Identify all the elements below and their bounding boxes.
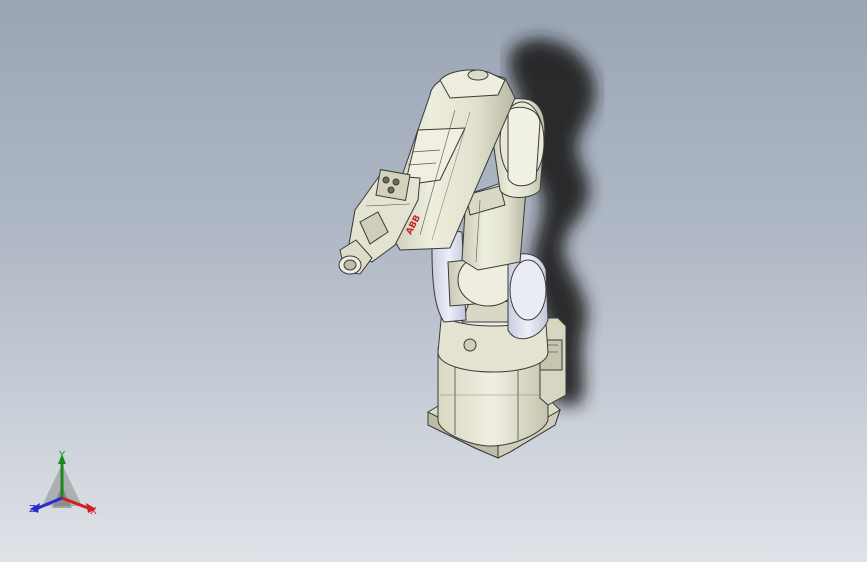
triad-y-label: Y (59, 450, 66, 461)
graphics-viewport[interactable]: ABB Y Z X (0, 0, 867, 562)
triad-z-label: Z (29, 504, 36, 515)
triad-x-label: X (90, 506, 97, 517)
robot-arm-model[interactable]: ABB (0, 0, 867, 562)
